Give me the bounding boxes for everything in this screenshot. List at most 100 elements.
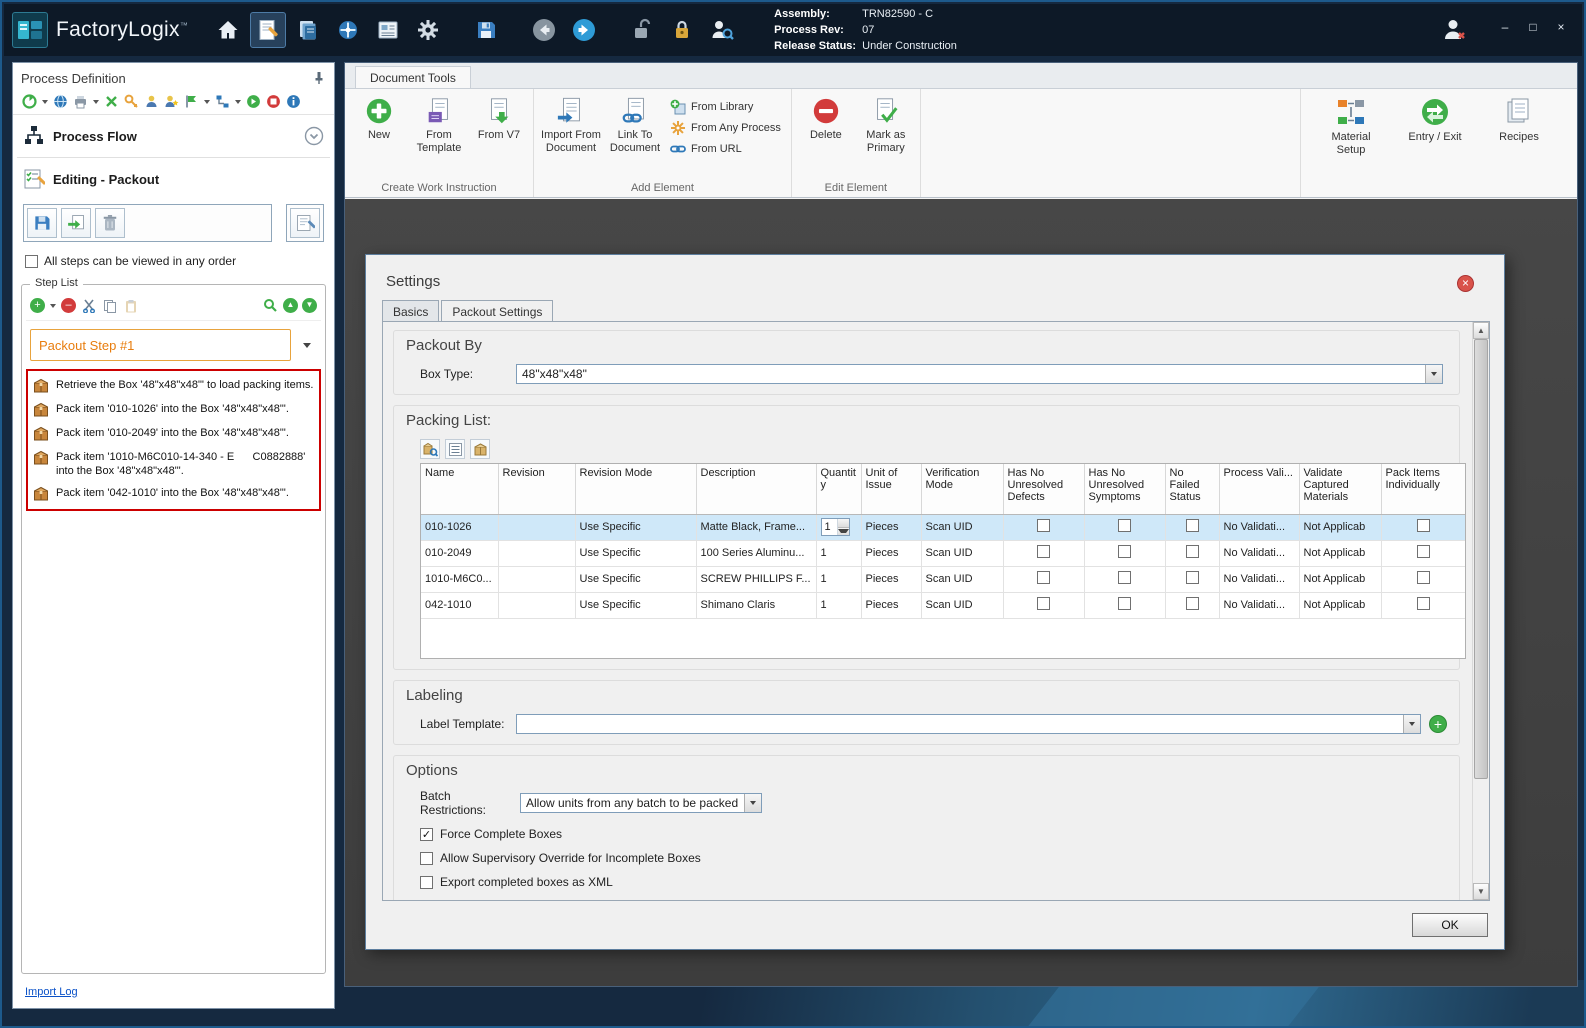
import-from-document-button[interactable]: Import From Document xyxy=(538,91,604,157)
packing-row[interactable]: 010-2049 Use Specific 100 Series Aluminu..… xyxy=(421,540,1465,567)
table-cell[interactable] xyxy=(1003,540,1085,567)
table-cell[interactable] xyxy=(1003,592,1085,619)
table-cell[interactable] xyxy=(498,592,576,619)
print-icon[interactable] xyxy=(72,93,89,110)
from-url-button[interactable]: From URL xyxy=(670,141,781,157)
table-cell[interactable] xyxy=(1084,514,1166,541)
stop-icon[interactable] xyxy=(265,93,282,110)
table-cell[interactable]: 1 xyxy=(816,540,862,567)
go-icon[interactable] xyxy=(245,93,262,110)
table-cell[interactable] xyxy=(1381,566,1465,593)
label-template-select[interactable] xyxy=(516,714,1421,734)
batch-restrictions-dropdown-icon[interactable] xyxy=(744,794,761,812)
table-cell[interactable]: 010-1026 xyxy=(421,514,499,541)
checkbox[interactable] xyxy=(1118,519,1131,532)
table-cell[interactable] xyxy=(1165,514,1220,541)
checkbox[interactable] xyxy=(1185,571,1199,584)
news-icon[interactable] xyxy=(370,12,406,48)
step-list-item[interactable]: Retrieve the Box '48"x48"x48"' to load p… xyxy=(30,374,317,398)
column-header[interactable]: Revision Mode xyxy=(575,464,697,515)
checkbox[interactable] xyxy=(1416,545,1430,558)
table-cell[interactable]: Scan UID xyxy=(921,592,1004,619)
table-cell[interactable] xyxy=(498,566,576,593)
box-type-select[interactable]: 48"x48"x48" xyxy=(516,364,1443,384)
table-cell[interactable] xyxy=(1003,514,1085,541)
option-checkbox-row[interactable]: Allow Supervisory Override for Incomplet… xyxy=(420,851,1447,865)
user-star-icon[interactable] xyxy=(163,93,180,110)
dialog-close-icon[interactable]: × xyxy=(1457,275,1474,292)
flag-dropdown-icon[interactable] xyxy=(204,99,210,104)
close-button[interactable]: × xyxy=(1548,18,1574,36)
import-log-link[interactable]: Import Log xyxy=(25,986,78,998)
new-button[interactable]: New xyxy=(349,91,409,144)
step-list-item[interactable]: Pack item '010-2049' into the Box '48"x4… xyxy=(30,422,317,446)
table-cell[interactable]: 1010-M6C0... xyxy=(421,566,499,593)
list-view-icon[interactable] xyxy=(445,439,465,459)
sync-icon[interactable] xyxy=(21,93,38,110)
table-cell[interactable] xyxy=(1084,540,1166,567)
settings-gear-icon[interactable] xyxy=(410,12,446,48)
package-icon[interactable] xyxy=(470,439,490,459)
scroll-up-icon[interactable]: ▲ xyxy=(1473,322,1489,339)
table-cell[interactable] xyxy=(1381,514,1465,541)
table-cell[interactable]: Pieces xyxy=(861,592,922,619)
table-cell[interactable]: Use Specific xyxy=(575,540,697,567)
column-header[interactable]: Has No Unresolved Symptoms xyxy=(1084,464,1166,515)
save-step-button[interactable] xyxy=(27,208,57,238)
tab-document-tools[interactable]: Document Tools xyxy=(355,66,471,88)
move-step-down-icon[interactable]: ▼ xyxy=(302,298,317,313)
checkbox[interactable] xyxy=(1118,571,1131,584)
from-any-process-button[interactable]: From Any Process xyxy=(670,120,781,136)
checkbox[interactable] xyxy=(1416,571,1430,584)
step-properties-button[interactable] xyxy=(290,208,320,238)
checkbox[interactable] xyxy=(420,875,433,889)
table-cell[interactable]: No Validati... xyxy=(1219,592,1300,619)
maximize-button[interactable]: □ xyxy=(1520,18,1546,36)
table-cell[interactable]: Scan UID xyxy=(921,514,1004,541)
table-cell[interactable] xyxy=(1165,566,1220,593)
table-cell[interactable]: SCREW PHILLIPS F... xyxy=(696,566,817,593)
column-header[interactable]: No Failed Status xyxy=(1165,464,1220,515)
packing-row[interactable]: 1010-M6C0... Use Specific SCREW PHILLIPS F… xyxy=(421,566,1465,593)
checkbox[interactable] xyxy=(1185,597,1199,610)
table-cell[interactable]: Pieces xyxy=(861,540,922,567)
table-cell[interactable]: Pieces xyxy=(861,514,922,541)
copy-icon[interactable] xyxy=(101,297,118,314)
column-header[interactable]: Unit of Issue xyxy=(861,464,922,515)
packing-row[interactable]: 042-1010 Use Specific Shimano Claris 1 Piece… xyxy=(421,592,1465,619)
delete-step-icon[interactable] xyxy=(103,93,120,110)
pin-icon[interactable] xyxy=(312,71,326,85)
ok-button[interactable]: OK xyxy=(1412,913,1488,937)
tab-packout-settings[interactable]: Packout Settings xyxy=(441,300,554,323)
checkbox[interactable] xyxy=(1037,571,1050,584)
table-cell[interactable]: 1 xyxy=(816,514,862,541)
option-checkbox-row[interactable]: ✓ Force Complete Boxes xyxy=(420,827,1447,841)
part-lookup-icon[interactable] xyxy=(420,439,440,459)
table-cell[interactable] xyxy=(1165,592,1220,619)
material-setup-button[interactable]: Material Setup xyxy=(1319,91,1383,197)
table-cell[interactable]: Shimano Claris xyxy=(696,592,817,619)
table-cell[interactable]: No Validati... xyxy=(1219,566,1300,593)
table-cell[interactable] xyxy=(1165,540,1220,567)
expand-down-icon[interactable] xyxy=(304,126,324,146)
table-cell[interactable]: Not Applicab xyxy=(1299,514,1382,541)
back-icon[interactable] xyxy=(526,12,562,48)
paste-icon[interactable] xyxy=(122,297,139,314)
column-header[interactable]: Name xyxy=(421,464,499,515)
step-list-item[interactable]: Pack item '1010-M6C010-14-340 - E C08828… xyxy=(30,446,317,482)
table-cell[interactable]: Not Applicab xyxy=(1299,566,1382,593)
add-step-icon[interactable]: + xyxy=(30,298,45,313)
step-chevron-icon[interactable] xyxy=(297,335,317,355)
flag-icon[interactable] xyxy=(183,93,200,110)
key-icon[interactable] xyxy=(123,93,140,110)
checkbox[interactable] xyxy=(1037,519,1050,532)
table-cell[interactable]: 010-2049 xyxy=(421,540,499,567)
work-instructions-icon[interactable] xyxy=(250,12,287,48)
column-header[interactable]: Description xyxy=(696,464,817,515)
table-cell[interactable] xyxy=(498,514,576,541)
production-icon[interactable] xyxy=(290,12,326,48)
process-flow-row[interactable]: Process Flow xyxy=(13,115,334,157)
workflow-dropdown-icon[interactable] xyxy=(235,99,241,104)
step-list-item[interactable]: Pack item '010-1026' into the Box '48"x4… xyxy=(30,398,317,422)
column-header[interactable]: Validate Captured Materials xyxy=(1299,464,1382,515)
